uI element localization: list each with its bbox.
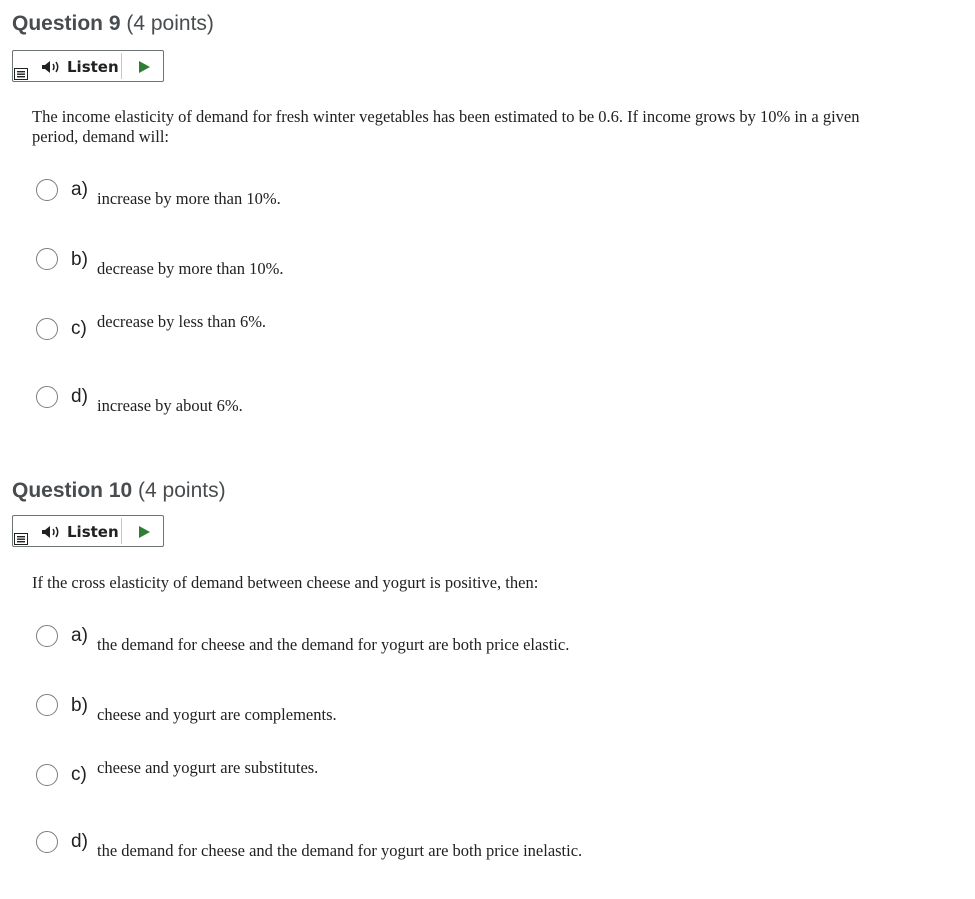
question-points: (4 points) [126, 12, 214, 35]
speaker-icon[interactable] [41, 60, 61, 74]
question-title: Question 9 (4 points) [12, 12, 214, 36]
choice-text: cheese and yogurt are complements. [97, 705, 337, 724]
question-stem: The income elasticity of demand for fres… [32, 107, 860, 146]
choice-letter: b) [71, 695, 88, 716]
radio-button[interactable] [36, 764, 58, 786]
choice-letter: d) [71, 386, 88, 407]
question-stem: If the cross elasticity of demand betwee… [32, 573, 539, 592]
choice-text: increase by more than 10%. [97, 189, 281, 208]
choice-d[interactable]: d) the demand for cheese and the demand … [36, 831, 736, 865]
radio-button[interactable] [36, 318, 58, 340]
choice-letter: c) [71, 764, 87, 785]
choice-c[interactable]: c) decrease by less than 6%. [36, 312, 736, 352]
choice-letter: c) [71, 318, 87, 339]
choice-a[interactable]: a) the demand for cheese and the demand … [36, 625, 736, 659]
choice-letter: d) [71, 831, 88, 852]
choice-d[interactable]: d) increase by about 6%. [36, 386, 736, 420]
radio-button[interactable] [36, 831, 58, 853]
choice-letter: a) [71, 625, 88, 646]
listen-toolbar: Listen [12, 50, 164, 82]
choice-text: decrease by more than 10%. [97, 259, 284, 278]
toolbar-divider [121, 53, 122, 79]
choice-b[interactable]: b) decrease by more than 10%. [36, 248, 736, 282]
menu-lines-icon[interactable] [14, 533, 28, 545]
choice-text: the demand for cheese and the demand for… [97, 635, 570, 654]
choice-text: decrease by less than 6%. [97, 312, 267, 331]
question-points: (4 points) [138, 479, 226, 502]
play-icon[interactable] [137, 60, 151, 74]
radio-button[interactable] [36, 248, 58, 270]
choice-text: cheese and yogurt are substitutes. [97, 758, 319, 777]
choice-letter: b) [71, 249, 88, 270]
choice-letter: a) [71, 179, 88, 200]
listen-toolbar: Listen [12, 515, 164, 547]
choice-b[interactable]: b) cheese and yogurt are complements. [36, 694, 736, 728]
choice-a[interactable]: a) increase by more than 10%. [36, 179, 736, 213]
radio-button[interactable] [36, 694, 58, 716]
speaker-icon[interactable] [41, 525, 61, 539]
listen-button[interactable]: Listen [67, 58, 119, 76]
question-number: Question 9 [12, 12, 121, 35]
radio-button[interactable] [36, 386, 58, 408]
question-title: Question 10 (4 points) [12, 479, 226, 503]
radio-button[interactable] [36, 179, 58, 201]
choice-c[interactable]: c) cheese and yogurt are substitutes. [36, 758, 736, 798]
menu-lines-icon[interactable] [14, 68, 28, 80]
listen-button[interactable]: Listen [67, 523, 119, 541]
play-icon[interactable] [137, 525, 151, 539]
radio-button[interactable] [36, 625, 58, 647]
choice-text: the demand for cheese and the demand for… [97, 841, 583, 860]
choice-text: increase by about 6%. [97, 396, 243, 415]
question-number: Question 10 [12, 479, 133, 502]
toolbar-divider [121, 518, 122, 544]
